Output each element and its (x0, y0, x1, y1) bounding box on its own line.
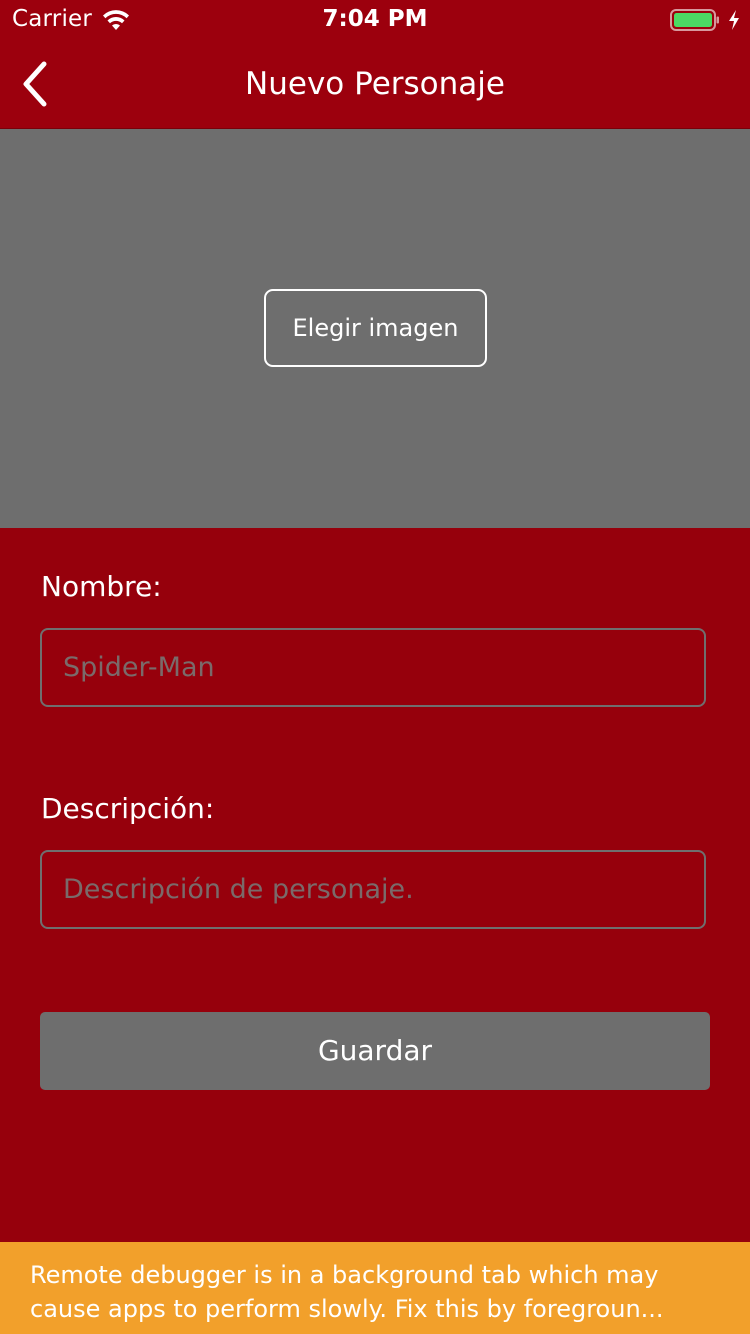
charging-bolt-icon (729, 10, 739, 30)
description-input[interactable] (40, 850, 706, 929)
name-input[interactable] (40, 628, 706, 707)
choose-image-button[interactable]: Elegir imagen (264, 289, 487, 367)
debugger-warning-line-2: cause apps to perform slowly. Fix this b… (30, 1295, 664, 1323)
debugger-warning-banner[interactable]: Remote debugger is in a background tab w… (0, 1242, 750, 1334)
page-title: Nuevo Personaje (245, 66, 505, 102)
name-label: Nombre: (41, 570, 162, 603)
navigation-bar: Nuevo Personaje (0, 40, 750, 129)
back-button[interactable] (14, 58, 58, 110)
save-button[interactable]: Guardar (40, 1012, 710, 1090)
image-preview-area: Elegir imagen (0, 129, 750, 528)
new-character-screen: Carrier 7:04 PM Nuevo Personaje Elegir i… (0, 0, 750, 1334)
chevron-left-icon (23, 61, 47, 107)
description-label: Descripción: (41, 792, 215, 825)
status-bar: Carrier 7:04 PM (0, 0, 750, 40)
battery-icon (670, 9, 719, 31)
debugger-warning-line-1: Remote debugger is in a background tab w… (30, 1261, 659, 1289)
status-time: 7:04 PM (322, 6, 428, 32)
